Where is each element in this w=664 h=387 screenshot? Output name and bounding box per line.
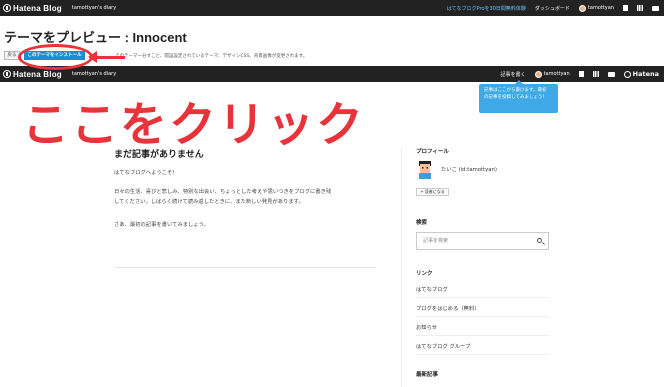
link-separator [416,316,549,317]
hatena-blog-logo-2[interactable]: Hatena Blog [3,70,62,79]
highlight-circle [18,44,93,70]
apps-grid-icon[interactable] [637,5,643,11]
page-title: テーマをプレビュー : Innocent [4,30,187,45]
link-news[interactable]: お知らせ [416,323,549,331]
links-heading: リンク [416,271,433,277]
link-separator [416,335,549,336]
post-paragraph-2a: 日々の生活、喜びと悲しみ、特別な出会い、ちょっとした考えや思いつきをブログに書き… [114,189,332,195]
link-blog-group[interactable]: はてなブログ グループ [416,342,549,350]
profile-heading: プロフィール [416,149,449,155]
profile-name[interactable]: たいこ (id:tamottyan) [441,165,497,173]
notification-icon[interactable] [607,71,615,77]
hatena-top-bar: Hatena Blog tamottyan's diary はてなブログProを… [0,0,664,16]
hatena-blog-logo[interactable]: Hatena Blog [3,4,62,13]
user-avatar-icon [578,4,586,12]
hatena-logo-icon [3,4,11,12]
pro-trial-link[interactable]: はてなブログProを30日間無料体験 [447,5,526,12]
write-article-button[interactable]: 記事を書く [501,71,526,78]
recent-posts-heading: 最新記事 [416,372,439,378]
search-heading: 検索 [416,220,428,226]
user-avatar-icon [534,70,542,78]
bookmark-icon[interactable] [578,71,584,77]
link-separator [416,297,549,298]
install-description: でのテーマ一分すこと、開設設定されているテーマ、デザインCSS、背景画像が変更さ… [115,54,308,59]
annotation-arrow-shaft [95,56,125,59]
apps-grid-icon[interactable] [592,71,599,77]
post-title: まだ記事がありません [114,150,204,160]
user-menu-2[interactable]: tamottyan [534,70,570,78]
user-menu[interactable]: tamottyan [578,4,614,12]
annotation-arrow-head [88,51,97,63]
blog-preview-bar: Hatena Blog tamottyan's diary 記事を書く tamo… [0,66,664,82]
link-hatena-blog[interactable]: はてなブログ [416,285,549,293]
search-icon[interactable] [537,238,542,243]
profile-avatar[interactable] [417,161,433,179]
post-paragraph-1: はてなブログへようこそ！ [114,170,178,176]
bookmark-icon[interactable] [623,5,628,11]
link-start-blog[interactable]: ブログをはじめる（無料） [416,304,549,312]
click-here-annotation: ここをクリック [22,98,365,153]
sidebar-divider [401,148,402,387]
dashboard-link[interactable]: ダッシュボード [535,5,570,12]
notification-icon[interactable] [652,5,659,11]
search-input[interactable]: 記事を検索 [416,232,549,250]
subscribe-button[interactable]: + 読者になる [416,188,449,196]
hatena-circle-icon [623,70,631,78]
post-divider [114,267,376,268]
hatena-logo-right[interactable]: Hatena [623,70,659,78]
blog-name-dropdown-2[interactable]: tamottyan's diary [72,71,116,77]
post-paragraph-2b: してください。しばらく続けて読み返したときに、また新しい発見があります。 [114,199,304,205]
write-tooltip: 記事はここから書けます。最初 の記事を投稿してみましょう！ [479,80,558,113]
link-separator [416,354,549,355]
hatena-logo-icon [3,70,11,78]
blog-name-dropdown[interactable]: tamottyan's diary [72,5,116,11]
post-paragraph-3: さあ、最初の記事を書いてみましょう。 [114,222,209,228]
